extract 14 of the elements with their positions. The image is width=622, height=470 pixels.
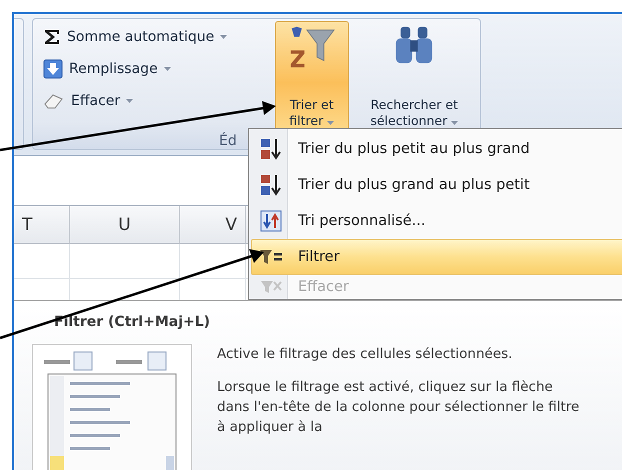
ribbon-button[interactable]: Remplissage bbox=[43, 55, 171, 83]
column-header[interactable]: T bbox=[14, 206, 70, 243]
ribbon-button[interactable]: Somme automatique bbox=[43, 23, 228, 51]
tooltip-text: Active le filtrage des cellules sélectionnées. bbox=[217, 345, 514, 364]
group-label: Éd bbox=[219, 133, 237, 149]
column-header[interactable]: V bbox=[180, 206, 246, 243]
menu-item[interactable]: Filtrer bbox=[251, 239, 622, 275]
menu-item[interactable]: Trier du plus petit au plus grand bbox=[251, 131, 622, 167]
ribbon-button[interactable]: Effacer bbox=[43, 87, 134, 115]
menu-item[interactable]: Trier du plus grand au plus petit bbox=[251, 167, 622, 203]
tooltip-text: Lorsque le filtrage est activé, cliquez sur la flèche dans l'en-tête de la colonne pour sélectionner le filtre à appliquer à la bbox=[217, 378, 580, 437]
column-header[interactable]: U bbox=[70, 206, 180, 243]
ribbon-large-button[interactable]: Rechercher et sélectionner bbox=[348, 21, 480, 133]
menu-item[interactable]: Tri personnalisé... bbox=[251, 203, 622, 239]
